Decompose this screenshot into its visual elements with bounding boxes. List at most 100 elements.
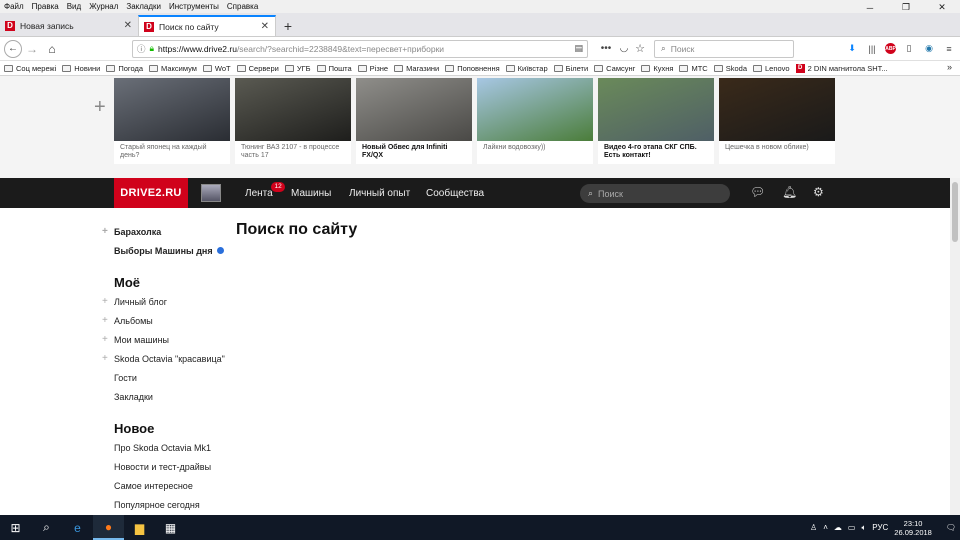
feed-card[interactable]: Тюнинг ВАЗ 2107 - в процессе часть 17: [235, 78, 351, 164]
calculator-icon[interactable]: ▦: [155, 515, 186, 540]
feed-caption[interactable]: Старый японец на каждый день?: [114, 141, 230, 163]
sidebar-item-albums[interactable]: + Альбомы: [102, 311, 232, 330]
file-explorer-icon[interactable]: ▆: [124, 515, 155, 540]
gear-icon[interactable]: ⚙: [813, 185, 824, 199]
bookmark-folder[interactable]: Новини: [62, 64, 100, 73]
feed-thumbnail[interactable]: [719, 78, 835, 141]
bookmark-folder[interactable]: Київстар: [505, 64, 548, 73]
nav-experience[interactable]: Личный опыт: [349, 178, 410, 208]
download-icon[interactable]: ⬇: [845, 43, 859, 54]
library-icon[interactable]: |||: [865, 44, 879, 54]
info-icon[interactable]: ⓘ: [137, 43, 146, 55]
nav-communities[interactable]: Сообщества: [426, 178, 484, 208]
feed-card[interactable]: Новый Обвес для Infiniti FX/QX: [356, 78, 472, 164]
feed-card[interactable]: Старый японец на каждый день?: [114, 78, 230, 164]
menu-bookmarks[interactable]: Закладки: [126, 2, 161, 11]
feed-thumbnail[interactable]: [598, 78, 714, 141]
person-icon[interactable]: ♙: [810, 523, 817, 532]
browser-search-input[interactable]: ⌕ Поиск: [654, 39, 794, 58]
bookmark-folder[interactable]: Пошта: [316, 64, 352, 73]
feed-card[interactable]: Видео 4-го этапа СКГ СПБ. Есть контакт!: [598, 78, 714, 164]
feed-card[interactable]: Лайкни водовозку)): [477, 78, 593, 164]
nav-cars[interactable]: Машины: [291, 178, 331, 208]
chevron-right-icon[interactable]: »: [947, 62, 952, 72]
minimize-icon[interactable]: ─: [852, 0, 888, 15]
sidebar-item-car[interactable]: + Skoda Octavia "красавица": [102, 349, 232, 368]
add-icon[interactable]: +: [94, 96, 106, 119]
home-icon[interactable]: ⌂: [42, 39, 62, 59]
sidebar-item-new[interactable]: Популярное сегодня: [102, 495, 232, 514]
menu-edit[interactable]: Правка: [32, 2, 59, 11]
menu-view[interactable]: Вид: [67, 2, 81, 11]
feed-caption[interactable]: Лайкни водовозку)): [477, 141, 593, 155]
bell-icon[interactable]: 🔔︎: [782, 185, 797, 199]
chevron-up-icon[interactable]: ˄: [823, 523, 828, 532]
plus-icon[interactable]: +: [102, 353, 108, 364]
feed-caption[interactable]: Новый Обвес для Infiniti FX/QX: [356, 141, 472, 163]
plus-icon[interactable]: +: [102, 334, 108, 345]
bookmark-page[interactable]: D2 DIN магнитола SHT...: [795, 63, 888, 73]
sidebar-item-new[interactable]: Новости и тест-драйвы: [102, 457, 232, 476]
feed-caption[interactable]: Цешечка в новом облике): [719, 141, 835, 155]
scrollbar[interactable]: [950, 178, 960, 515]
tab-new-post[interactable]: D Новая запись ✕: [0, 15, 138, 36]
edge-icon[interactable]: e: [62, 515, 93, 540]
bookmark-folder[interactable]: УГБ: [284, 64, 311, 73]
nav-feed[interactable]: Лента 12: [245, 178, 285, 208]
sidebar-icon[interactable]: ▯: [902, 43, 916, 54]
sidebar-item-car-of-the-day[interactable]: Выборы Машины дня: [102, 241, 232, 260]
clock[interactable]: 23:10 26.09.2018: [894, 519, 932, 537]
windows-start-icon[interactable]: ⊞: [0, 515, 31, 540]
search-icon[interactable]: ⌕: [31, 515, 62, 540]
plus-icon[interactable]: +: [102, 296, 108, 307]
bookmark-folder[interactable]: МТС: [679, 64, 708, 73]
restore-icon[interactable]: ❐: [888, 0, 924, 15]
reader-view-icon[interactable]: ▤: [574, 43, 583, 54]
scrollbar-thumb[interactable]: [952, 182, 958, 242]
bookmark-folder[interactable]: Різне: [357, 64, 388, 73]
feed-caption[interactable]: Тюнинг ВАЗ 2107 - в процессе часть 17: [235, 141, 351, 163]
sidebar-item-new[interactable]: Про Skoda Octavia Mk1: [102, 438, 232, 457]
menu-file[interactable]: Файл: [4, 2, 24, 11]
notifications-icon[interactable]: 🗨︎: [946, 523, 956, 532]
tab-site-search[interactable]: D Поиск по сайту ✕: [138, 15, 276, 36]
feed-caption[interactable]: Видео 4-го этапа СКГ СПБ. Есть контакт!: [598, 141, 714, 163]
avatar[interactable]: [201, 184, 221, 202]
bookmark-folder[interactable]: Skoda: [713, 64, 747, 73]
site-logo[interactable]: DRIVE2.RU: [114, 178, 188, 208]
menu-tools[interactable]: Инструменты: [169, 2, 219, 11]
sidebar-item-flea-market[interactable]: + Барахолка: [102, 222, 232, 241]
close-tab-icon[interactable]: ✕: [261, 21, 269, 32]
page-actions-icon[interactable]: •••: [596, 43, 616, 54]
bookmark-star-icon[interactable]: ☆: [632, 42, 648, 55]
feed-card[interactable]: Цешечка в новом облике): [719, 78, 835, 164]
sidebar-item-bookmarks[interactable]: Закладки: [102, 387, 232, 406]
plus-icon[interactable]: +: [102, 315, 108, 326]
hamburger-menu-icon[interactable]: ≡: [942, 44, 956, 54]
feed-thumbnail[interactable]: [477, 78, 593, 141]
bookmark-folder[interactable]: WoT: [202, 64, 231, 73]
sidebar-item-my-cars[interactable]: + Мои машины: [102, 330, 232, 349]
feed-thumbnail[interactable]: [235, 78, 351, 141]
bookmark-folder[interactable]: Самсунг: [594, 64, 635, 73]
network-icon[interactable]: ▭: [848, 523, 856, 532]
bookmark-folder[interactable]: Соц мережі: [4, 64, 56, 73]
feed-thumbnail[interactable]: [114, 78, 230, 141]
bookmark-folder[interactable]: Lenovo: [753, 64, 790, 73]
plus-icon[interactable]: +: [102, 226, 108, 237]
bookmark-folder[interactable]: Магазини: [394, 64, 439, 73]
pocket-icon[interactable]: ◡: [616, 43, 632, 54]
sidebar-item-blog[interactable]: + Личный блог: [102, 292, 232, 311]
messages-icon[interactable]: 💬︎: [750, 185, 765, 199]
cloud-icon[interactable]: ☁: [834, 523, 842, 532]
forward-icon[interactable]: →: [22, 39, 42, 59]
volume-icon[interactable]: 🔈︎: [861, 523, 866, 533]
sidebar-item-guests[interactable]: Гости: [102, 368, 232, 387]
close-tab-icon[interactable]: ✕: [124, 20, 132, 31]
adblock-icon[interactable]: ABP: [885, 43, 896, 54]
bookmark-folder[interactable]: Сервери: [236, 64, 279, 73]
bookmark-folder[interactable]: Погода: [106, 64, 143, 73]
bookmark-folder[interactable]: Кухня: [641, 64, 673, 73]
bookmark-folder[interactable]: Білети: [553, 64, 588, 73]
firefox-icon[interactable]: ●: [93, 515, 124, 540]
